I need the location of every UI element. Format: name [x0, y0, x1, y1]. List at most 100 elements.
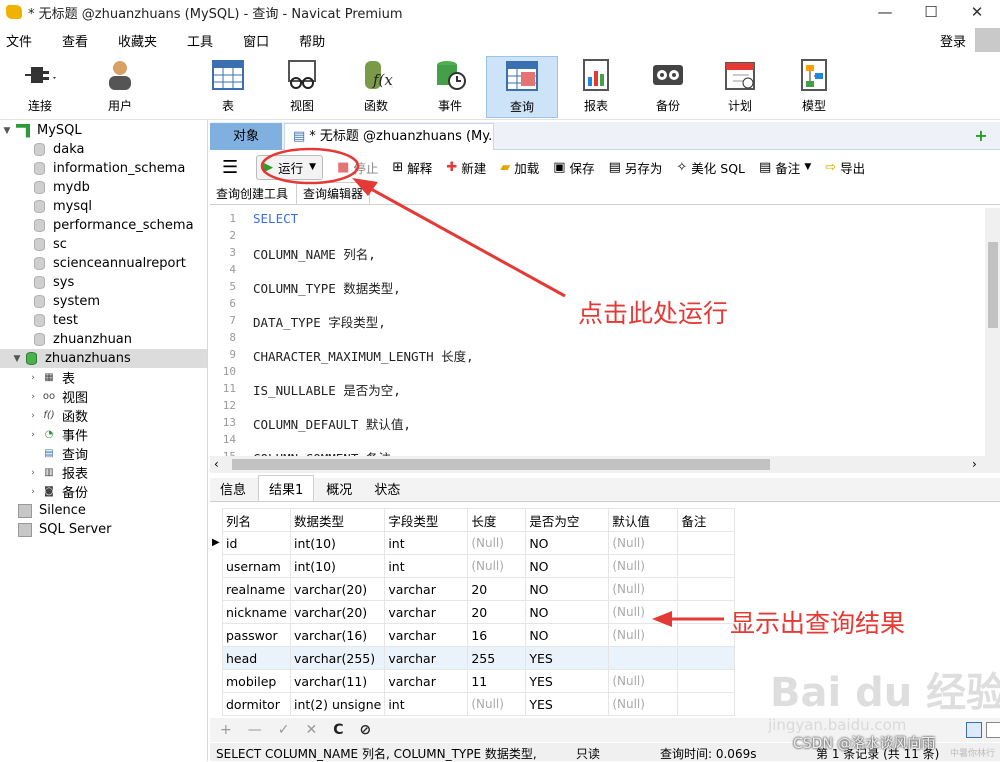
- minimize-button[interactable]: —: [862, 0, 908, 24]
- cell[interactable]: dormitor: [222, 692, 291, 716]
- column-header[interactable]: 数据类型: [289, 508, 386, 532]
- cell[interactable]: head: [222, 646, 291, 670]
- cell[interactable]: (Null): [608, 623, 679, 647]
- menu-file[interactable]: 文件: [0, 31, 44, 50]
- cell[interactable]: [677, 531, 736, 555]
- refresh-icon[interactable]: C: [333, 722, 343, 738]
- cell[interactable]: varchar(20): [289, 577, 386, 601]
- cell[interactable]: NO: [525, 531, 610, 555]
- cell[interactable]: 20: [467, 577, 527, 601]
- tree-db-zhuanzhuans[interactable]: ▼ zhuanzhuans: [0, 349, 207, 368]
- cell[interactable]: varchar(16): [289, 623, 386, 647]
- cell[interactable]: varchar(11): [289, 669, 386, 693]
- tree-item-views[interactable]: › oo 视图: [0, 387, 207, 406]
- table-row[interactable]: passwor varchar(16) varchar 16 NO (Null): [222, 623, 736, 647]
- table-row[interactable]: nickname varchar(20) varchar 20 NO (Null…: [222, 600, 736, 624]
- grid-view-icon[interactable]: [966, 722, 982, 738]
- tree-node-mysql[interactable]: ▼ MySQL: [0, 121, 207, 140]
- tree-db-information-schema[interactable]: information_schema: [0, 159, 207, 178]
- menu-window[interactable]: 窗口: [237, 31, 281, 50]
- menu-help[interactable]: 帮助: [293, 31, 337, 50]
- cell[interactable]: (Null): [608, 554, 679, 578]
- export-button[interactable]: ⇨ 导出: [825, 158, 865, 177]
- cell[interactable]: (Null): [608, 577, 679, 601]
- new-tab-icon[interactable]: +: [972, 127, 990, 145]
- toolbar-schedule-button[interactable]: 计划: [708, 56, 772, 118]
- cell[interactable]: (Null): [608, 692, 679, 716]
- cell[interactable]: [677, 623, 736, 647]
- cell[interactable]: int: [384, 531, 469, 555]
- toolbar-function-button[interactable]: f(x) 函数: [344, 56, 408, 118]
- save-as-button[interactable]: ▤ 另存为: [609, 158, 663, 177]
- column-header[interactable]: 是否为空: [525, 508, 610, 532]
- dropdown-arrow-icon[interactable]: ▼: [309, 162, 316, 172]
- tree-item-queries[interactable]: ▤ 查询: [0, 444, 207, 463]
- cell[interactable]: [677, 600, 736, 624]
- cell[interactable]: [677, 692, 736, 716]
- menu-favorites[interactable]: 收藏夹: [112, 31, 169, 50]
- tab-status[interactable]: 状态: [364, 476, 410, 501]
- scroll-right-icon[interactable]: ›: [972, 457, 977, 471]
- cell[interactable]: usernam: [222, 554, 291, 578]
- scrollbar-thumb[interactable]: [232, 459, 770, 470]
- menu-tools[interactable]: 工具: [181, 31, 225, 50]
- cell[interactable]: 20: [467, 600, 527, 624]
- tree-db-mydb[interactable]: mydb: [0, 178, 207, 197]
- new-button[interactable]: ✚ 新建: [446, 158, 486, 177]
- cell[interactable]: varchar(20): [289, 600, 386, 624]
- cell[interactable]: [677, 669, 736, 693]
- cell[interactable]: NO: [525, 600, 610, 624]
- cell[interactable]: NO: [525, 577, 610, 601]
- cell[interactable]: 255: [467, 646, 527, 670]
- cell[interactable]: (Null): [608, 600, 679, 624]
- cell[interactable]: id: [222, 531, 291, 555]
- cell[interactable]: YES: [525, 692, 610, 716]
- tab-profile[interactable]: 概况: [316, 476, 362, 501]
- table-row[interactable]: head varchar(255) varchar 255 YES: [222, 646, 736, 670]
- tree-db-sc[interactable]: sc: [0, 235, 207, 254]
- cell[interactable]: varchar: [384, 577, 469, 601]
- apply-changes-icon[interactable]: ✓: [278, 722, 290, 738]
- tree-db-system[interactable]: system: [0, 292, 207, 311]
- explain-button[interactable]: ⊞ 解释: [392, 158, 432, 177]
- tab-result1[interactable]: 结果1: [258, 475, 315, 501]
- toolbar-event-button[interactable]: 事件: [418, 56, 482, 118]
- cell[interactable]: 16: [467, 623, 527, 647]
- cell[interactable]: [677, 646, 736, 670]
- run-button[interactable]: ▶ 运行 ▼: [256, 154, 324, 180]
- cell[interactable]: realname: [222, 577, 291, 601]
- cell[interactable]: (Null): [608, 669, 679, 693]
- tree-db-test[interactable]: test: [0, 311, 207, 330]
- table-row[interactable]: id int(10) int (Null) NO (Null): [222, 531, 736, 555]
- expand-arrow-icon[interactable]: ›: [28, 430, 38, 440]
- tree-db-sys[interactable]: sys: [0, 273, 207, 292]
- toolbar-connect-button[interactable]: 连接: [8, 56, 72, 118]
- expand-arrow-icon[interactable]: ›: [28, 411, 38, 421]
- cell[interactable]: varchar: [384, 669, 469, 693]
- cell[interactable]: mobilep: [222, 669, 291, 693]
- cell[interactable]: (Null): [608, 531, 679, 555]
- cell[interactable]: [677, 577, 736, 601]
- cell[interactable]: int(2) unsigne: [289, 692, 386, 716]
- tree-db-performance-schema[interactable]: performance_schema: [0, 216, 207, 235]
- close-button[interactable]: ✕: [954, 0, 1000, 24]
- add-record-icon[interactable]: +: [220, 722, 232, 738]
- expand-arrow-icon[interactable]: ›: [28, 392, 38, 402]
- maximize-button[interactable]: ☐: [908, 0, 954, 24]
- column-header[interactable]: 长度: [467, 508, 527, 532]
- cell[interactable]: varchar: [384, 600, 469, 624]
- stop-icon[interactable]: ⊘: [359, 722, 371, 738]
- toolbar-report-button[interactable]: 报表: [564, 56, 628, 118]
- editor-horizontal-scrollbar[interactable]: ‹ ›: [210, 456, 1000, 473]
- tree-node-silence[interactable]: Silence: [0, 501, 207, 520]
- save-button[interactable]: ▣ 保存: [553, 158, 594, 177]
- tree-node-sql-server[interactable]: SQL Server: [0, 520, 207, 539]
- cell[interactable]: 11: [467, 669, 527, 693]
- editor-vertical-scrollbar[interactable]: [985, 208, 1000, 456]
- toolbar-query-button[interactable]: 查询: [486, 56, 558, 118]
- discard-changes-icon[interactable]: ✕: [305, 722, 317, 738]
- tree-item-reports[interactable]: › ▥ 报表: [0, 463, 207, 482]
- cell[interactable]: YES: [525, 669, 610, 693]
- scrollbar-thumb[interactable]: [988, 242, 998, 328]
- cell[interactable]: (Null): [467, 531, 527, 555]
